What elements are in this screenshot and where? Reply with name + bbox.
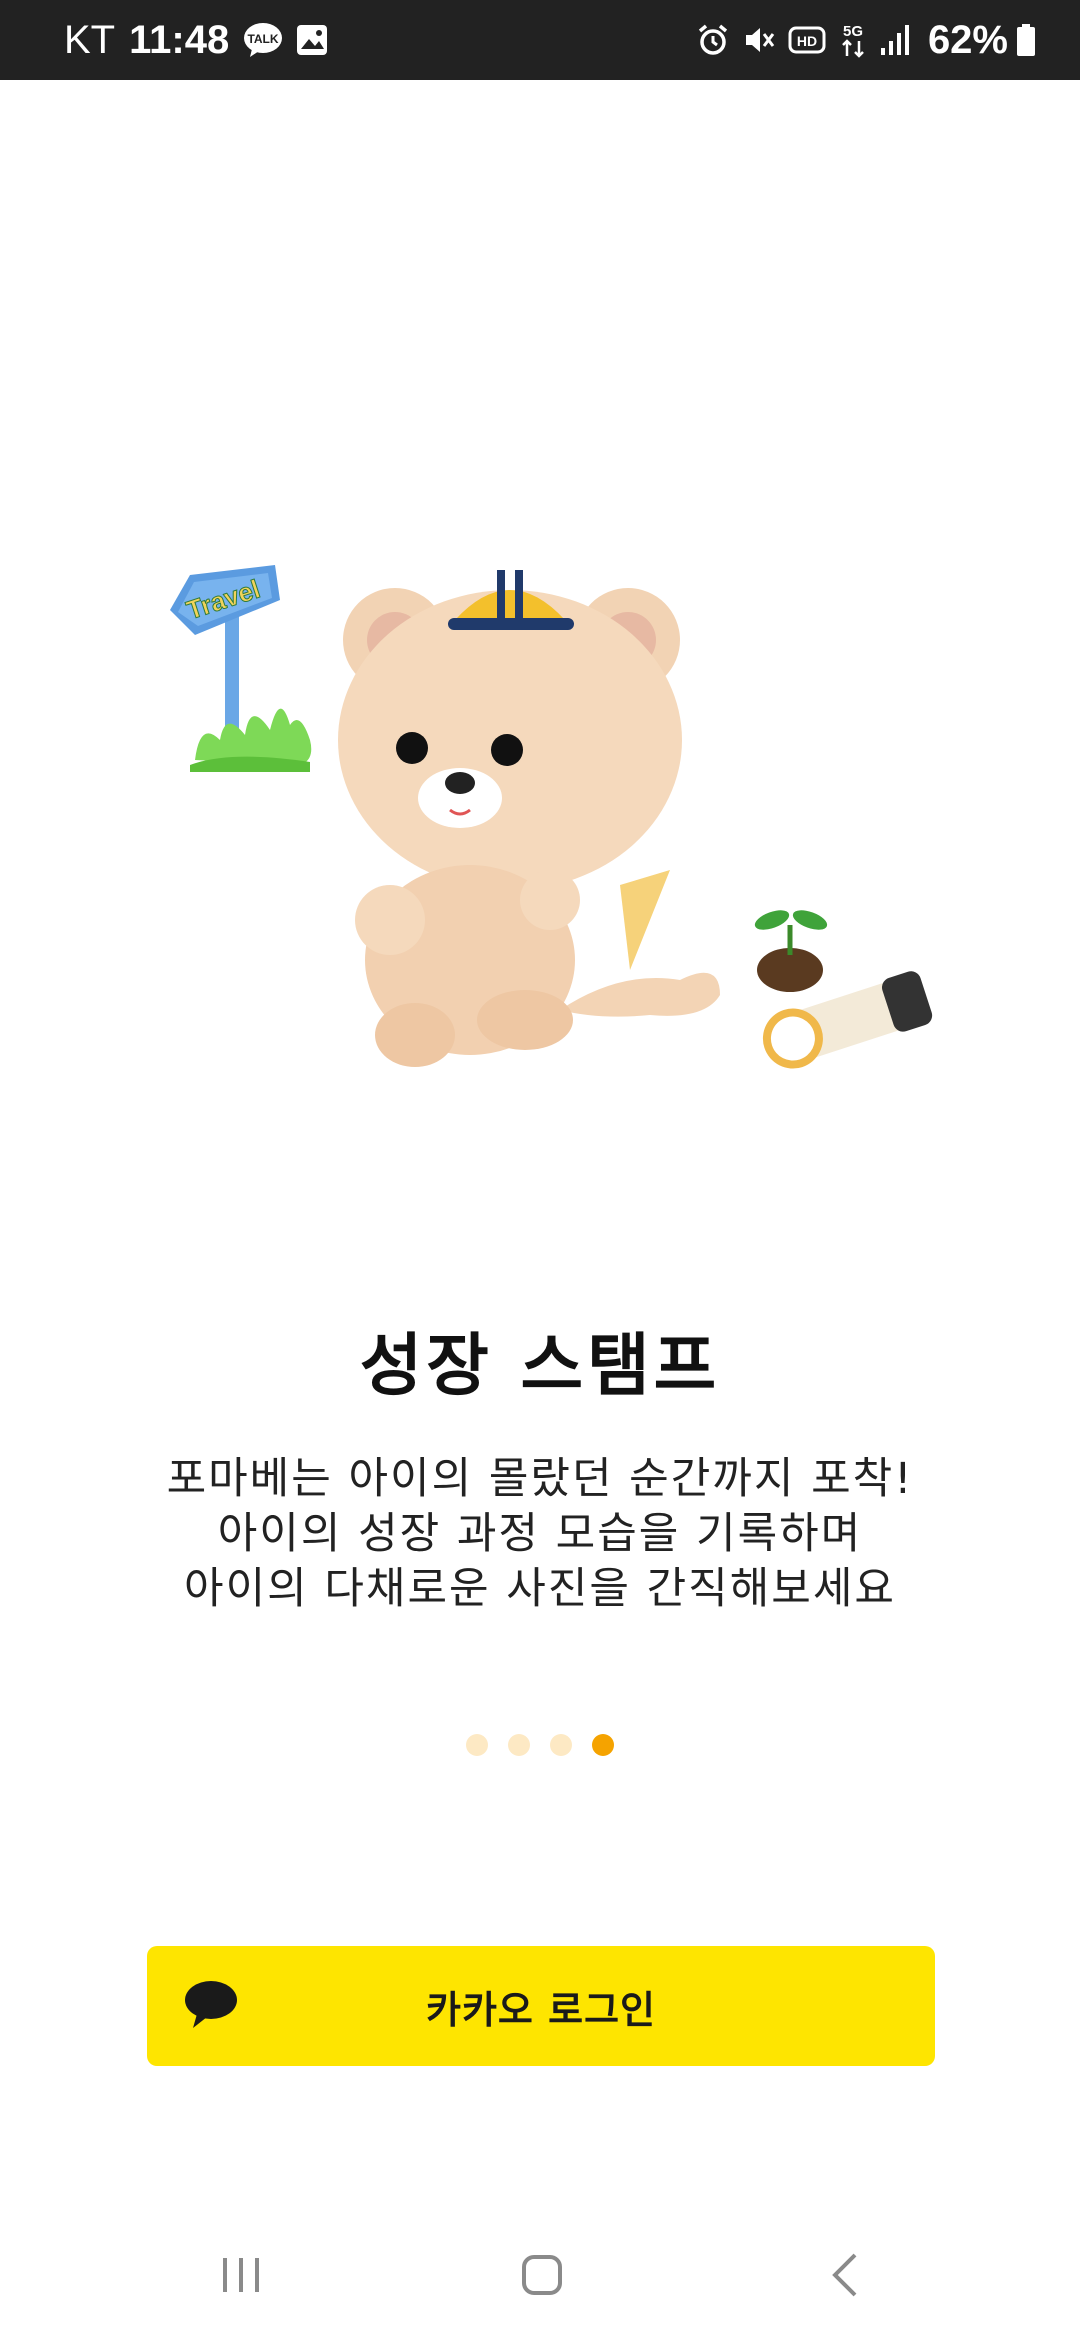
battery-icon bbox=[1016, 23, 1036, 57]
description-line: 포마베는 아이의 몰랐던 순간까지 포착! bbox=[166, 1454, 914, 1504]
onboarding-description: 포마베는 아이의 몰랐던 순간까지 포착! 아이의 성장 과정 모습을 기록하며… bbox=[0, 1452, 1080, 1617]
mute-icon bbox=[742, 23, 776, 57]
page-dot-3[interactable] bbox=[550, 1734, 572, 1756]
page-dot-4-active[interactable] bbox=[592, 1734, 614, 1756]
page-dot-1[interactable] bbox=[466, 1734, 488, 1756]
back-button[interactable] bbox=[800, 2230, 890, 2320]
signal-icon bbox=[880, 24, 910, 56]
clock: 11:48 bbox=[129, 17, 230, 62]
5g-icon: 5G bbox=[838, 21, 868, 59]
onboarding-screen: KT 11:48 TALK HD 5G 62% Travel 성장 스탬프 포마… bbox=[0, 0, 1080, 2340]
hd-icon: HD bbox=[788, 25, 826, 55]
status-bar: KT 11:48 TALK HD 5G 62% bbox=[0, 0, 1080, 80]
carrier-label: KT bbox=[64, 17, 116, 62]
status-left: KT 11:48 TALK bbox=[64, 18, 341, 63]
recent-apps-icon bbox=[223, 2258, 259, 2292]
travel-sign-illustration: Travel bbox=[170, 565, 312, 772]
onboarding-title: 성장 스탬프 bbox=[359, 1327, 721, 1406]
speech-bubble-icon bbox=[185, 1981, 237, 2028]
home-button[interactable] bbox=[497, 2230, 587, 2320]
battery-percent: 62% bbox=[927, 17, 1008, 62]
page-dot-2[interactable] bbox=[508, 1734, 530, 1756]
alarm-icon bbox=[696, 23, 730, 57]
sprout-illustration bbox=[754, 910, 828, 992]
recent-apps-button[interactable] bbox=[196, 2230, 286, 2320]
kakaotalk-icon: TALK bbox=[243, 22, 283, 58]
svg-text:TALK: TALK bbox=[248, 32, 279, 46]
page-indicator bbox=[0, 1734, 1080, 1756]
description-line: 아이의 다채로운 사진을 간직해보세요 bbox=[184, 1564, 896, 1614]
gallery-icon bbox=[295, 23, 329, 57]
status-right: HD 5G 62% bbox=[696, 18, 1036, 63]
kakao-login-label: 카카오 로그인 bbox=[426, 1987, 656, 2032]
kakao-login-button[interactable]: 카카오 로그인 bbox=[147, 1946, 935, 2066]
bear-explorer-illustration: Travel bbox=[170, 565, 933, 1069]
description-line: 아이의 성장 과정 모습을 기록하며 bbox=[217, 1509, 863, 1559]
system-nav-bar bbox=[0, 2230, 1080, 2320]
back-icon bbox=[832, 2253, 857, 2297]
home-icon bbox=[522, 2255, 562, 2295]
svg-text:HD: HD bbox=[797, 33, 817, 49]
svg-text:5G: 5G bbox=[843, 23, 863, 40]
